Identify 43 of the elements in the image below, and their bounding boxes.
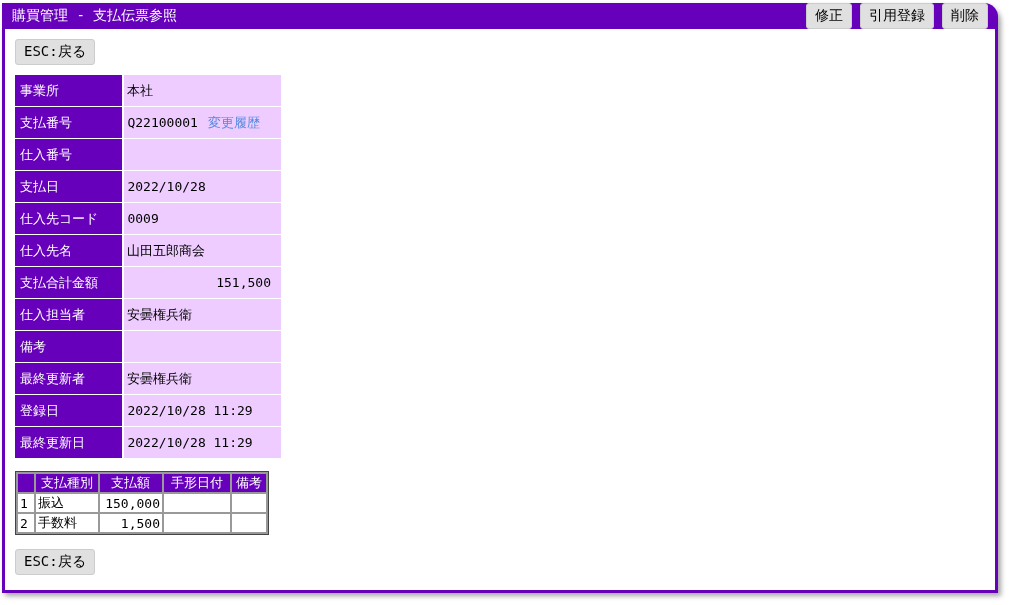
field-label: 備考 [15,330,124,363]
value-text: 151,500 [216,275,271,290]
field-label: 仕入先名 [15,234,124,267]
header-button[interactable]: 修正 [806,3,852,29]
table-cell [164,514,230,532]
window-title: 購買管理 - 支払伝票参照 [12,7,178,25]
value-text: 本社 [127,82,154,98]
back-button[interactable]: ESC:戻る [15,549,95,575]
field-label: 最終更新日 [15,426,124,459]
field-label: 支払合計金額 [15,266,124,299]
table-cell [164,494,230,512]
table-cell: 1,500 [99,514,162,532]
column-header: 支払額 [99,474,162,492]
field-label: 仕入担当者 [15,298,124,331]
value-text: 2022/10/28 11:29 [127,435,253,450]
field-label: 支払番号 [15,106,124,139]
value-text: 2022/10/28 11:29 [127,403,253,418]
column-header: 手形日付 [164,474,230,492]
table-cell: 150,000 [99,494,162,512]
table-cell [232,494,266,512]
header-button[interactable]: 引用登録 [860,3,934,29]
value-text: 安曇権兵衛 [127,306,193,322]
field-label: 事業所 [15,75,124,107]
field-label: 仕入先コード [15,202,124,235]
field-label: 仕入番号 [15,138,124,171]
value-text: 山田五郎商会 [127,242,206,258]
header-button[interactable]: 削除 [942,3,988,29]
column-header: 支払種別 [36,474,98,492]
value-text: Q22100001 [127,114,198,130]
value-text: 安曇権兵衛 [127,370,193,386]
value-text: 0009 [127,211,159,226]
field-label: 支払日 [15,170,124,203]
header-cell [18,474,34,492]
table-cell: 振込 [36,494,98,512]
table-cell: 手数料 [36,514,98,532]
table-cell [232,514,266,532]
value-text: 2022/10/28 [127,179,206,194]
row-number: 1 [18,494,34,512]
field-label: 登録日 [15,394,124,427]
column-header: 備考 [232,474,266,492]
row-number: 2 [18,514,34,532]
field-label: 最終更新者 [15,362,124,395]
back-button[interactable]: ESC:戻る [15,39,95,65]
